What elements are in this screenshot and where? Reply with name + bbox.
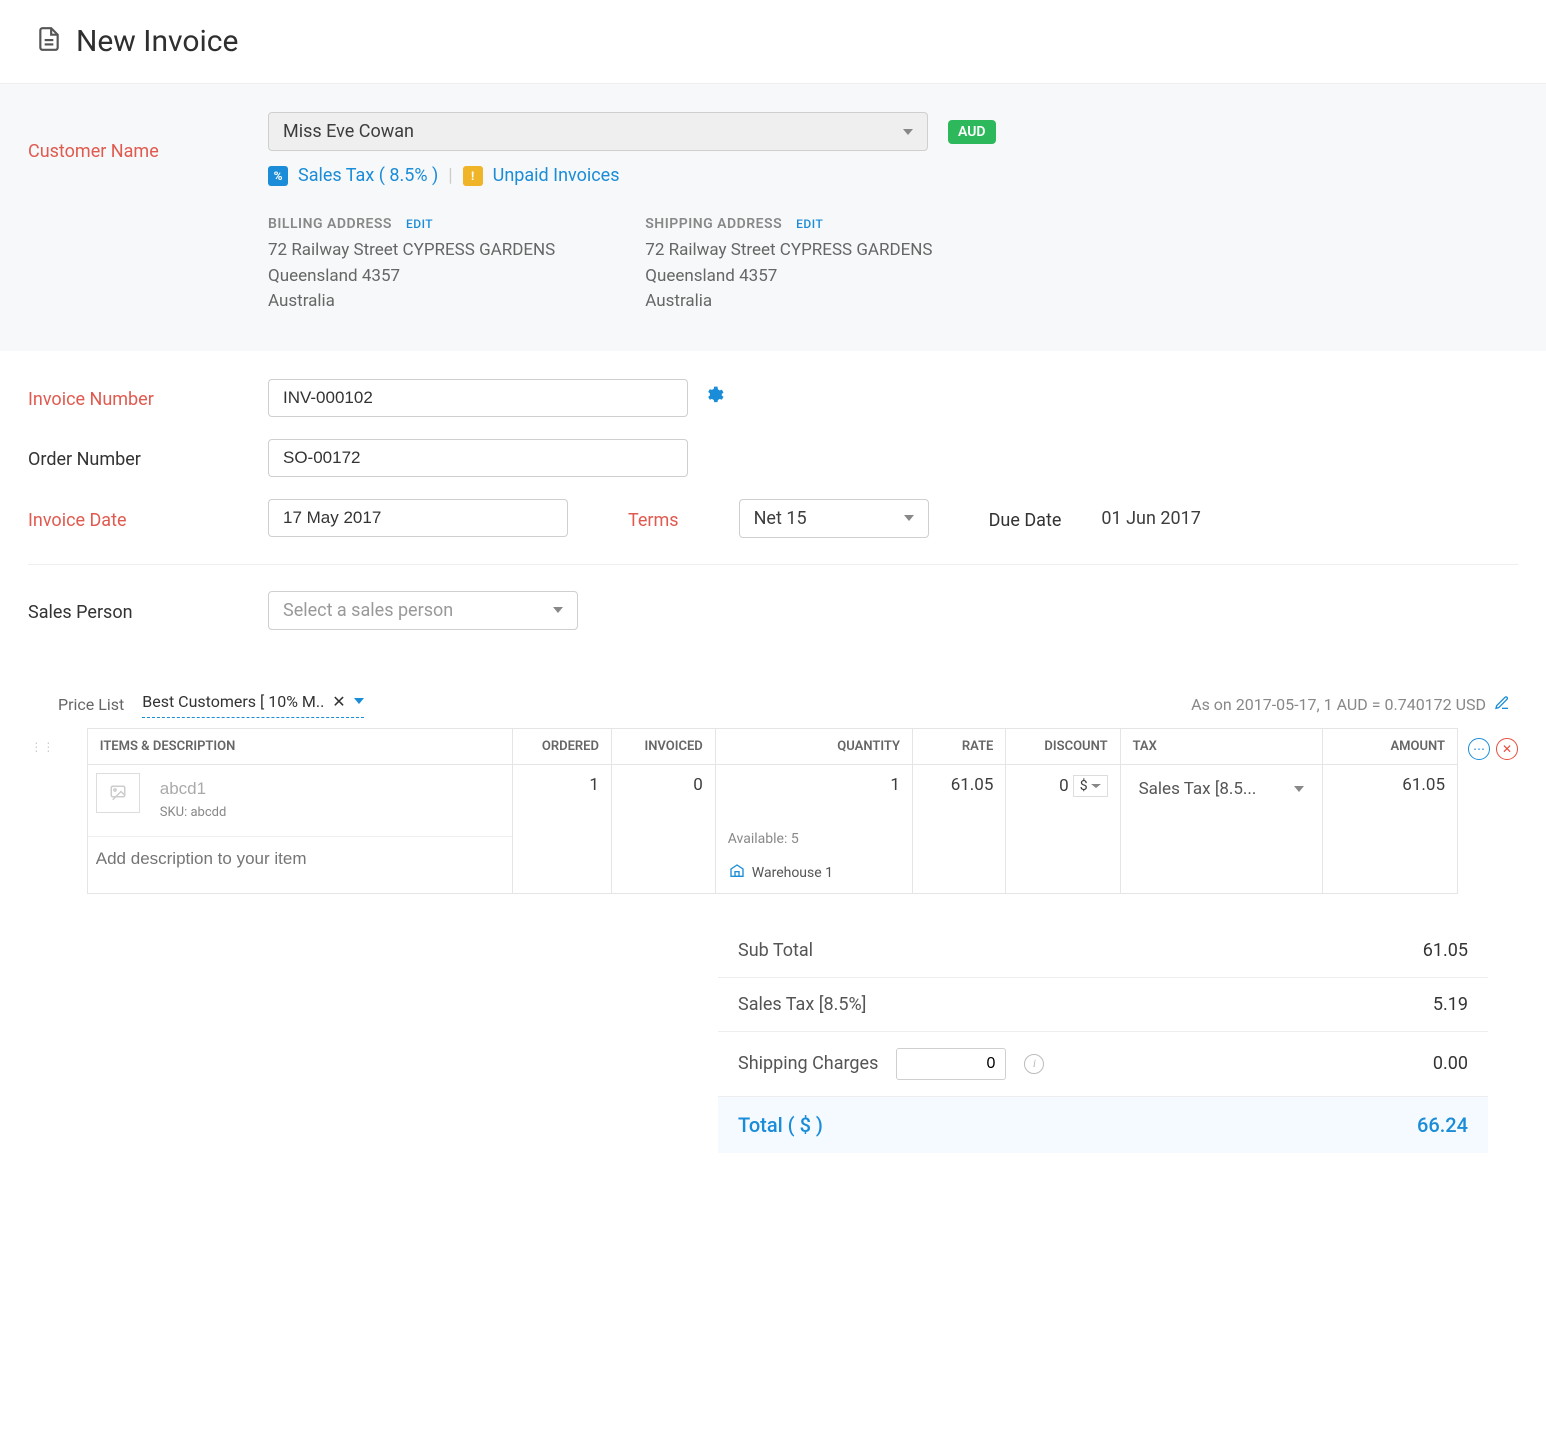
image-placeholder-icon (96, 773, 140, 813)
cell-amount: 61.05 (1322, 764, 1457, 893)
pencil-icon[interactable] (1494, 695, 1510, 715)
sales-person-placeholder: Select a sales person (283, 600, 453, 621)
col-invoiced: INVOICED (611, 728, 715, 764)
shipping-label: Shipping Charges (738, 1053, 878, 1074)
item-description-input[interactable] (88, 836, 513, 881)
total-label: Total ( $ ) (738, 1113, 823, 1137)
invoice-date-label: Invoice Date (28, 506, 268, 531)
shipping-edit-link[interactable]: EDIT (796, 217, 823, 231)
cell-ordered: 1 (513, 764, 612, 893)
sales-person-label: Sales Person (28, 598, 268, 623)
warehouse-icon (728, 863, 746, 883)
billing-line3: Australia (268, 289, 555, 315)
salestax-value: 5.19 (1433, 994, 1468, 1015)
col-discount: DISCOUNT (1006, 728, 1120, 764)
cell-rate[interactable]: 61.05 (912, 764, 1005, 893)
price-list-label: Price List (58, 695, 124, 714)
page-title: New Invoice (76, 24, 238, 59)
shipping-line2: Queensland 4357 (645, 264, 932, 290)
sales-tax-link[interactable]: Sales Tax ( 8.5% ) (298, 165, 438, 186)
percent-icon: % (268, 166, 288, 186)
total-value: 66.24 (1417, 1113, 1468, 1137)
terms-value: Net 15 (754, 508, 807, 529)
invoice-number-label: Invoice Number (28, 385, 268, 410)
salestax-label: Sales Tax [8.5%] (738, 994, 866, 1015)
terms-select[interactable]: Net 15 (739, 499, 929, 538)
cell-discount[interactable]: 0 (1059, 776, 1069, 796)
due-date-label: Due Date (989, 506, 1062, 531)
document-icon (36, 26, 62, 57)
col-quantity: QUANTITY (715, 728, 912, 764)
shipping-input[interactable] (896, 1048, 1006, 1080)
discount-type-select[interactable]: $ (1073, 775, 1108, 797)
chevron-down-icon (354, 698, 364, 704)
table-row: SKU: abcdd 1 0 1 Available: 5 (87, 764, 1457, 893)
shipping-address-heading: SHIPPING ADDRESS (645, 216, 782, 232)
chevron-down-icon (903, 129, 913, 135)
billing-edit-link[interactable]: EDIT (406, 217, 433, 231)
col-amount: AMOUNT (1322, 728, 1457, 764)
item-name-input[interactable] (152, 773, 505, 805)
billing-line2: Queensland 4357 (268, 264, 555, 290)
unpaid-invoices-link[interactable]: Unpaid Invoices (493, 165, 620, 186)
chevron-down-icon (904, 515, 914, 521)
chevron-down-icon (553, 607, 563, 613)
chevron-down-icon (1091, 784, 1101, 788)
col-rate: RATE (912, 728, 1005, 764)
warehouse-select[interactable]: Warehouse 1 (728, 863, 900, 883)
drag-handle-icon[interactable]: ⋮⋮ (28, 728, 57, 754)
customer-name-label: Customer Name (28, 137, 268, 162)
tax-select[interactable]: Sales Tax [8.5... (1133, 775, 1310, 803)
item-sku: SKU: abcdd (152, 805, 505, 820)
terms-label: Terms (628, 506, 679, 531)
currency-badge: AUD (948, 120, 996, 144)
close-icon[interactable]: ✕ (332, 692, 345, 711)
row-delete-button[interactable]: ✕ (1496, 738, 1518, 760)
info-icon[interactable]: i (1024, 1054, 1044, 1074)
invoice-number-input[interactable] (268, 379, 688, 417)
cell-quantity[interactable]: 1 (890, 775, 900, 795)
due-date-value: 01 Jun 2017 (1101, 508, 1200, 529)
col-item: ITEMS & DESCRIPTION (87, 728, 513, 764)
available-text: Available: 5 (728, 831, 900, 847)
shipping-display: 0.00 (1433, 1053, 1468, 1074)
order-number-label: Order Number (28, 445, 268, 470)
cell-invoiced: 0 (611, 764, 715, 893)
billing-address-heading: BILLING ADDRESS (268, 216, 392, 232)
warning-icon: ! (463, 166, 483, 186)
exchange-rate-text: As on 2017-05-17, 1 AUD = 0.740172 USD (1191, 695, 1486, 714)
subtotal-value: 61.05 (1423, 940, 1468, 961)
gear-icon[interactable] (704, 385, 724, 410)
price-list-value: Best Customers [ 10% M.. (142, 692, 324, 711)
col-ordered: ORDERED (513, 728, 612, 764)
invoice-date-input[interactable] (268, 499, 568, 537)
col-tax: TAX (1120, 728, 1322, 764)
order-number-input[interactable] (268, 439, 688, 477)
tax-value: Sales Tax [8.5... (1139, 779, 1257, 799)
shipping-line3: Australia (645, 289, 932, 315)
customer-name-value: Miss Eve Cowan (283, 121, 414, 142)
row-more-button[interactable]: ⋯ (1468, 738, 1490, 760)
customer-name-select[interactable]: Miss Eve Cowan (268, 112, 928, 151)
sales-person-select[interactable]: Select a sales person (268, 591, 578, 630)
billing-line1: 72 Railway Street CYPRESS GARDENS (268, 238, 555, 264)
chevron-down-icon (1294, 786, 1304, 792)
price-list-select[interactable]: Best Customers [ 10% M.. ✕ (142, 692, 363, 718)
warehouse-name: Warehouse 1 (752, 865, 833, 881)
subtotal-label: Sub Total (738, 940, 813, 961)
shipping-line1: 72 Railway Street CYPRESS GARDENS (645, 238, 932, 264)
